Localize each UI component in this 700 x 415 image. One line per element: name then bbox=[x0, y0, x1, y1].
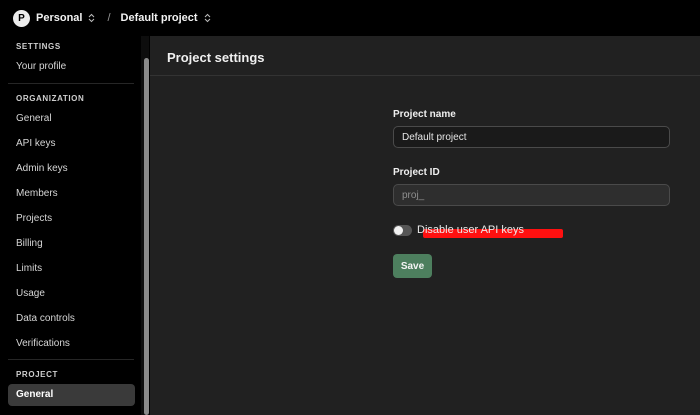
page-title: Project settings bbox=[167, 50, 265, 65]
save-button[interactable]: Save bbox=[393, 254, 432, 278]
sidebar-item-projects[interactable]: Projects bbox=[16, 212, 52, 226]
sidebar-item-verifications[interactable]: Verifications bbox=[16, 337, 70, 351]
project-switcher-label[interactable]: Default project bbox=[121, 12, 198, 24]
disable-api-keys-label: Disable user API keys bbox=[417, 224, 524, 236]
disable-api-keys-toggle[interactable] bbox=[393, 225, 412, 236]
top-bar: P Personal / Default project bbox=[0, 0, 700, 36]
project-name-label: Project name bbox=[393, 109, 456, 120]
sidebar-item-api-keys[interactable]: API keys bbox=[16, 137, 55, 151]
sidebar-section-settings: SETTINGS bbox=[16, 42, 61, 51]
sidebar-item-data-controls[interactable]: Data controls bbox=[16, 312, 75, 326]
main-panel: Project settings Project name Project ID… bbox=[150, 36, 700, 415]
sidebar-scrollbar-thumb[interactable] bbox=[144, 58, 149, 415]
sidebar-item-your-profile[interactable]: Your profile bbox=[16, 60, 66, 74]
sidebar-divider bbox=[8, 359, 134, 360]
chevron-up-down-icon[interactable] bbox=[88, 13, 95, 23]
sidebar-item-usage[interactable]: Usage bbox=[16, 287, 45, 301]
org-avatar[interactable]: P bbox=[13, 9, 30, 27]
project-name-input[interactable] bbox=[393, 126, 670, 148]
chevron-up-down-icon[interactable] bbox=[204, 13, 211, 23]
project-id-label: Project ID bbox=[393, 167, 440, 178]
sidebar-item-billing[interactable]: Billing bbox=[16, 237, 43, 251]
breadcrumb-separator: / bbox=[107, 12, 111, 24]
settings-sidebar: SETTINGS Your profile ORGANIZATION Gener… bbox=[0, 36, 141, 415]
org-switcher-label[interactable]: Personal bbox=[36, 12, 82, 24]
project-id-field[interactable] bbox=[393, 184, 670, 206]
toggle-knob bbox=[394, 226, 403, 235]
sidebar-item-admin-keys[interactable]: Admin keys bbox=[16, 162, 68, 176]
sidebar-item-general[interactable]: General bbox=[16, 112, 52, 126]
sidebar-section-project: PROJECT bbox=[16, 370, 58, 379]
sidebar-section-organization: ORGANIZATION bbox=[16, 94, 85, 103]
sidebar-item-project-general-label: General bbox=[16, 389, 54, 400]
sidebar-item-members[interactable]: Members bbox=[16, 187, 58, 201]
page-header: Project settings bbox=[150, 36, 700, 76]
sidebar-divider bbox=[8, 83, 134, 84]
sidebar-item-limits[interactable]: Limits bbox=[16, 262, 42, 276]
